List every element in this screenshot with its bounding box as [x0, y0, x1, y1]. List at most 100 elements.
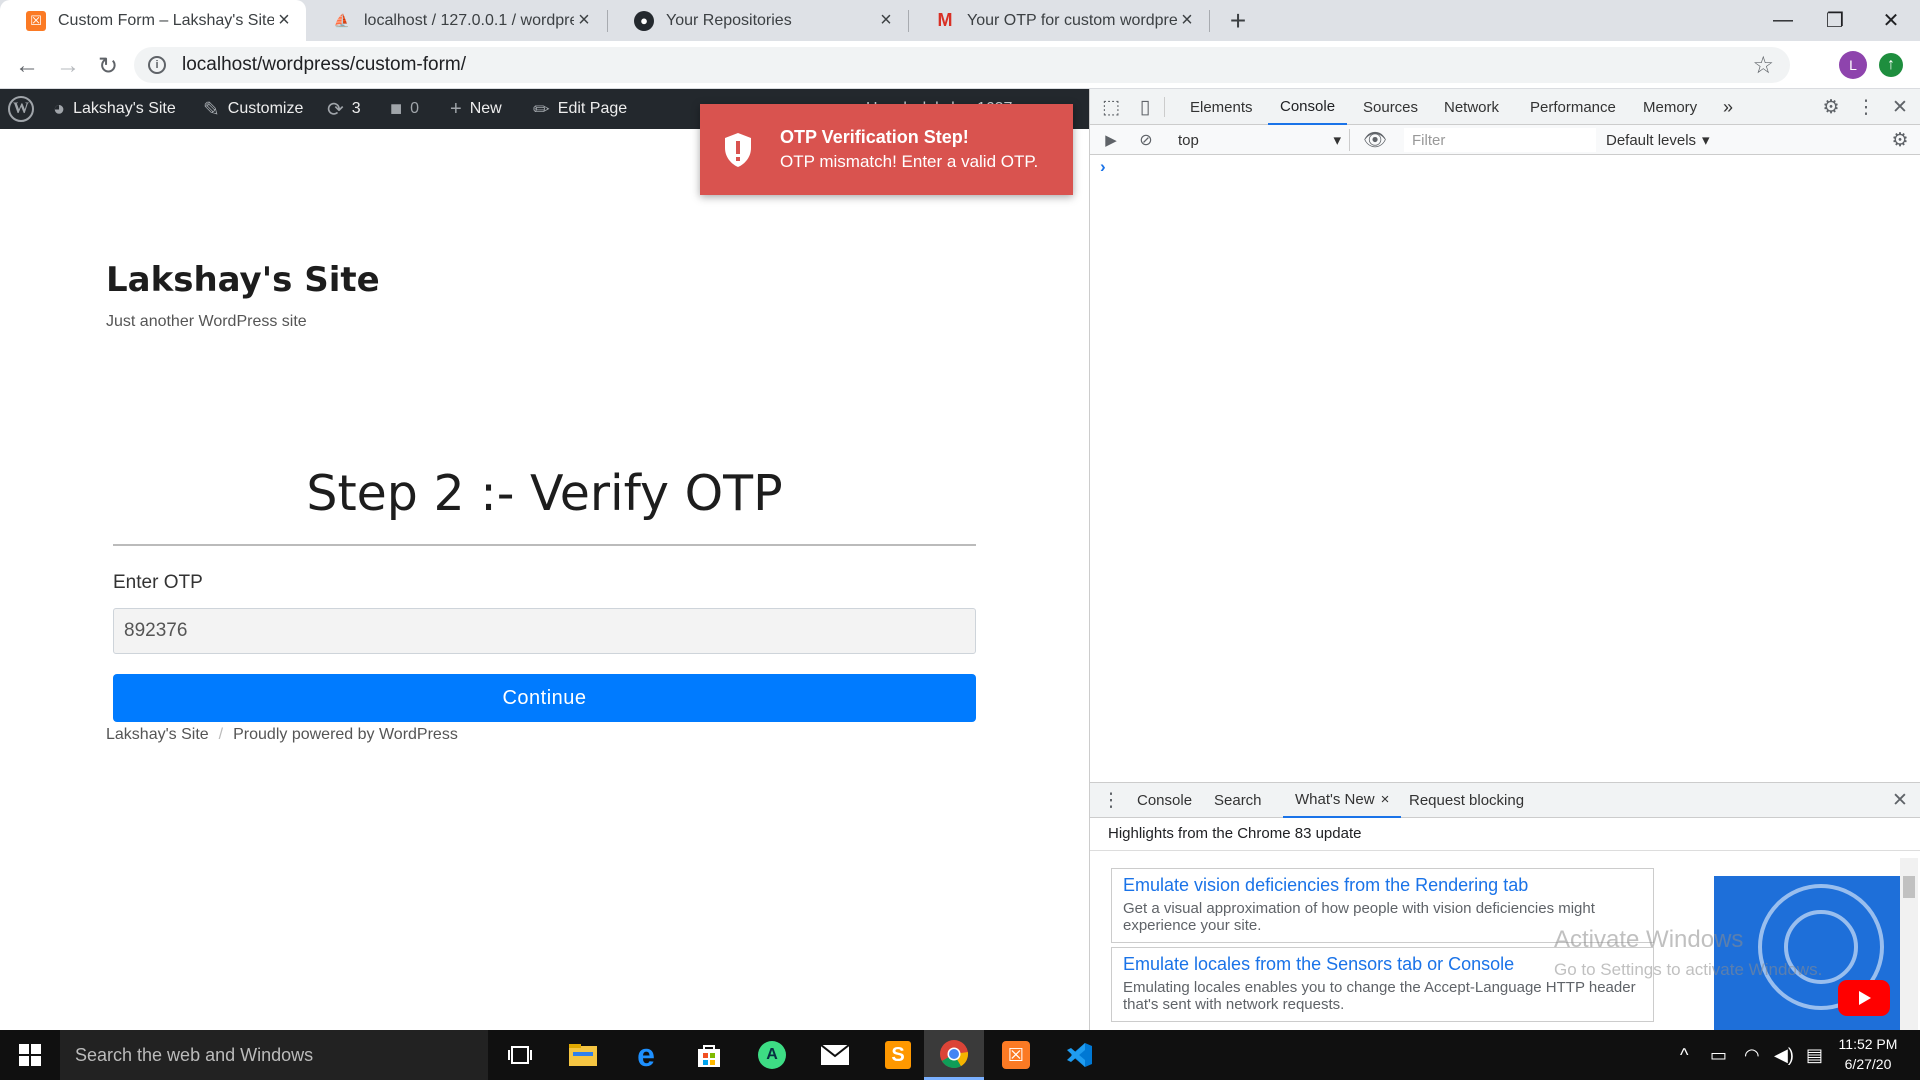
android-studio-icon[interactable]: A — [742, 1030, 802, 1080]
drawer-tab-console[interactable]: Console — [1137, 782, 1192, 818]
tab-custom-form[interactable]: ☒ Custom Form – Lakshay's Site × — [0, 0, 306, 41]
devtools-tab-console[interactable]: Console — [1268, 89, 1348, 125]
tab-title: localhost / 127.0.0.1 / wordpress — [364, 11, 574, 29]
drawer-tab-label: What's New — [1295, 790, 1375, 808]
whats-new-divider — [1090, 850, 1920, 851]
new-tab-button[interactable]: + — [1222, 5, 1254, 37]
pencil-icon: ✏ — [533, 98, 550, 121]
youtube-play-icon[interactable] — [1838, 980, 1890, 1016]
live-expression-eye-icon[interactable]: 👁 — [1362, 125, 1388, 155]
info-icon[interactable]: i — [148, 56, 166, 74]
chrome-icon[interactable] — [924, 1030, 984, 1080]
window-close-button[interactable]: ✕ — [1862, 0, 1920, 41]
drawer-menu-icon[interactable]: ⋮ — [1098, 782, 1124, 818]
wifi-icon[interactable]: ◠ — [1744, 1030, 1760, 1080]
address-bar[interactable]: i localhost/wordpress/custom-form/ ☆ — [134, 47, 1790, 83]
admin-bar-updates[interactable]: ⟳ 3 — [327, 89, 361, 129]
shield-alert-icon — [720, 130, 756, 170]
devtools-tab-elements[interactable]: Elements — [1190, 89, 1253, 125]
admin-bar-comments[interactable]: ■ 0 — [390, 89, 419, 129]
admin-bar-customize[interactable]: ✎ Customize — [203, 89, 303, 129]
reload-button[interactable]: ↻ — [91, 49, 125, 83]
otp-input[interactable] — [113, 608, 976, 654]
wp-logo-menu[interactable]: W — [8, 89, 34, 129]
store-icon[interactable] — [679, 1030, 739, 1080]
admin-bar-new[interactable]: + New — [450, 89, 502, 129]
devtools-tab-memory[interactable]: Memory — [1643, 89, 1697, 125]
kebab-menu-icon[interactable]: ⋮ — [1853, 89, 1879, 125]
devtools-divider — [1164, 97, 1165, 117]
devtools-tab-network[interactable]: Network — [1444, 89, 1499, 125]
close-icon[interactable]: × — [876, 9, 896, 32]
battery-icon[interactable]: ▭ — [1710, 1030, 1727, 1080]
admin-bar-site[interactable]: ◕ Lakshay's Site — [53, 89, 176, 129]
plus-icon: + — [450, 97, 462, 120]
xampp-taskbar-icon[interactable]: ☒ — [986, 1030, 1046, 1080]
scrollbar-thumb[interactable] — [1903, 876, 1915, 898]
tab-repositories[interactable]: ● Your Repositories × — [608, 0, 908, 41]
inspect-element-icon[interactable]: ⬚ — [1098, 89, 1124, 125]
task-view-icon[interactable] — [490, 1030, 550, 1080]
profile-avatar[interactable]: L — [1839, 51, 1867, 79]
card-title[interactable]: Emulate vision deficiencies from the Ren… — [1123, 875, 1642, 896]
minimize-button[interactable]: — — [1754, 0, 1812, 41]
devtools-more-tabs[interactable]: » — [1723, 89, 1733, 125]
restore-button[interactable]: ❐ — [1806, 0, 1864, 41]
otp-error-toast[interactable]: OTP Verification Step! OTP mismatch! Ent… — [700, 104, 1073, 195]
clear-console-icon[interactable]: ⊘ — [1133, 125, 1159, 155]
forward-button[interactable]: → — [51, 49, 85, 83]
levels-label: Default levels — [1606, 131, 1697, 149]
settings-gear-icon[interactable]: ⚙ — [1818, 89, 1844, 125]
bookmark-star-icon[interactable]: ☆ — [1752, 51, 1774, 80]
drawer-tab-search[interactable]: Search — [1214, 782, 1262, 818]
context-value: top — [1178, 131, 1199, 149]
devtools-tab-sources[interactable]: Sources — [1363, 89, 1418, 125]
whats-new-card[interactable]: Emulate locales from the Sensors tab or … — [1111, 947, 1654, 1022]
drawer-tab-request-blocking[interactable]: Request blocking — [1409, 782, 1524, 818]
vscode-icon[interactable] — [1049, 1030, 1109, 1080]
dropdown-arrow-icon: ▾ — [1702, 132, 1710, 149]
footer-site-link[interactable]: Lakshay's Site — [106, 726, 209, 744]
edge-browser-icon[interactable]: e — [616, 1030, 676, 1080]
close-icon[interactable]: × — [1381, 791, 1390, 808]
sidebar-toggle-icon[interactable]: ▶ — [1098, 125, 1124, 155]
taskbar-search-box[interactable]: Search the web and Windows — [60, 1030, 488, 1080]
close-icon[interactable]: × — [274, 9, 294, 32]
filter-placeholder: Filter — [1412, 131, 1446, 149]
close-icon[interactable]: × — [574, 9, 594, 32]
windows-logo-icon — [19, 1044, 41, 1066]
close-icon[interactable]: × — [1177, 9, 1197, 32]
console-filter-input[interactable]: Filter — [1404, 128, 1596, 152]
admin-bar-edit-page[interactable]: ✏ Edit Page — [533, 89, 627, 129]
file-explorer-icon[interactable] — [553, 1030, 613, 1080]
continue-button[interactable]: Continue — [113, 674, 976, 722]
tab-phpmyadmin[interactable]: ⛵ localhost / 127.0.0.1 / wordpress × — [306, 0, 606, 41]
close-devtools-icon[interactable]: ✕ — [1887, 89, 1913, 125]
github-icon: ● — [634, 10, 654, 31]
site-title[interactable]: Lakshay's Site — [106, 260, 380, 300]
close-drawer-icon[interactable]: ✕ — [1887, 782, 1913, 818]
taskbar-clock[interactable]: 11:52 PM 6/27/20 — [1828, 1034, 1908, 1074]
device-toolbar-icon[interactable]: ▯ — [1132, 89, 1158, 125]
footer-powered-link[interactable]: Proudly powered by WordPress — [233, 726, 458, 744]
sublime-text-icon[interactable]: S — [868, 1030, 928, 1080]
context-selector[interactable]: top ▾ — [1170, 129, 1350, 151]
back-button[interactable]: ← — [10, 49, 44, 83]
site-tagline: Just another WordPress site — [106, 313, 307, 330]
console-prompt[interactable]: › — [1100, 157, 1106, 177]
url-text[interactable]: localhost/wordpress/custom-form/ — [182, 54, 466, 76]
tray-chevron-icon[interactable]: ^ — [1680, 1030, 1688, 1080]
card-description: Emulating locales enables you to change … — [1123, 979, 1636, 1013]
log-levels-dropdown[interactable]: Default levels ▾ — [1606, 128, 1710, 152]
notifications-icon[interactable]: ▤ — [1806, 1030, 1823, 1080]
extension-icon[interactable]: ↑ — [1879, 53, 1903, 77]
volume-icon[interactable]: ◀) — [1774, 1030, 1794, 1080]
tab-gmail[interactable]: M Your OTP for custom wordpress f × — [909, 0, 1209, 41]
tab-title: Your Repositories — [666, 11, 792, 29]
console-settings-gear-icon[interactable]: ⚙ — [1887, 125, 1913, 155]
windows-start-button[interactable] — [0, 1030, 60, 1080]
taskbar-search-placeholder: Search the web and Windows — [75, 1044, 314, 1065]
drawer-tab-whats-new[interactable]: What's New × — [1283, 782, 1402, 818]
devtools-tab-performance[interactable]: Performance — [1530, 89, 1616, 125]
mail-icon[interactable] — [805, 1030, 865, 1080]
